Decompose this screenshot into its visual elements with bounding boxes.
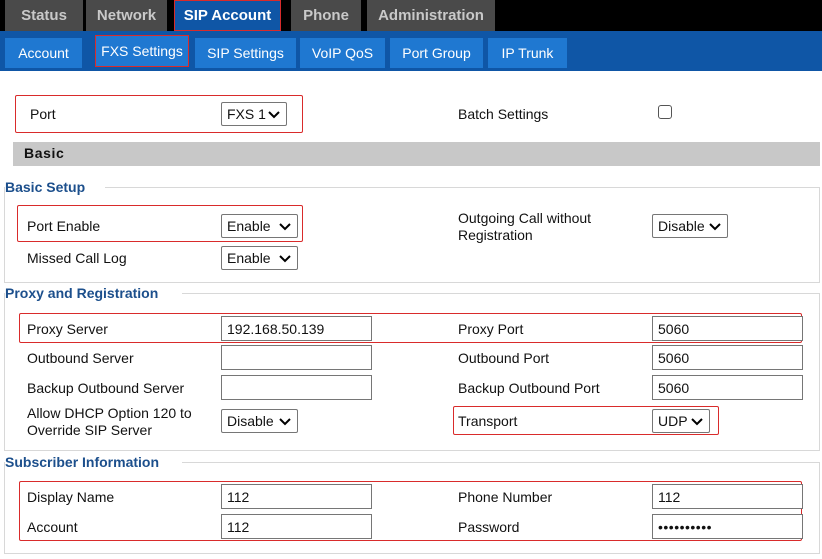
missed-call-log-select[interactable]: Enable [221, 246, 298, 270]
proxy-port-label: Proxy Port [458, 321, 524, 337]
proxy-server-input[interactable]: 192.168.50.139 [221, 316, 372, 341]
port-select-value: FXS 1 [227, 106, 266, 122]
batch-settings-checkbox[interactable] [658, 105, 672, 119]
chevron-down-icon [691, 418, 703, 426]
display-name-label: Display Name [27, 489, 115, 505]
chevron-down-icon [709, 223, 721, 231]
subtab-fxs-settings[interactable]: FXS Settings [95, 35, 189, 67]
backup-outbound-server-label: Backup Outbound Server [27, 380, 185, 396]
chevron-down-icon [279, 255, 291, 263]
port-select[interactable]: FXS 1 [221, 102, 287, 126]
outbound-port-label: Outbound Port [458, 350, 550, 366]
backup-outbound-port-label: Backup Outbound Port [458, 380, 600, 396]
account-input[interactable]: 112 [221, 514, 372, 539]
transport-value: UDP [658, 413, 688, 429]
outgoing-call-label: Outgoing Call without Registration [458, 210, 592, 243]
chevron-down-icon [279, 418, 291, 426]
proxy-port-input[interactable]: 5060 [652, 316, 803, 341]
batch-settings-label: Batch Settings [458, 106, 549, 122]
missed-call-log-value: Enable [227, 250, 271, 266]
outbound-server-label: Outbound Server [27, 350, 134, 366]
basic-header-bar: Basic [12, 142, 820, 166]
sub-tab-bar: Account FXS Settings SIP Settings VoIP Q… [0, 31, 822, 71]
subtab-account[interactable]: Account [5, 38, 82, 68]
transport-label: Transport [458, 413, 518, 429]
account-label: Account [27, 519, 78, 535]
tab-status[interactable]: Status [5, 0, 83, 31]
chevron-down-icon [279, 223, 291, 231]
password-label: Password [458, 519, 520, 535]
tab-network[interactable]: Network [86, 0, 167, 31]
outgoing-call-select[interactable]: Disable [652, 214, 728, 238]
subtab-port-group[interactable]: Port Group [390, 38, 483, 68]
subtab-sip-settings[interactable]: SIP Settings [195, 38, 296, 68]
dhcp-option-value: Disable [227, 413, 274, 429]
port-label: Port [30, 106, 56, 122]
basic-header-title: Basic [24, 145, 65, 161]
backup-outbound-server-input[interactable] [221, 375, 372, 400]
backup-outbound-port-input[interactable]: 5060 [652, 375, 803, 400]
tab-administration[interactable]: Administration [367, 0, 495, 31]
top-tab-bar: Status Network SIP Account Phone Adminis… [0, 0, 822, 31]
missed-call-log-label: Missed Call Log [27, 250, 127, 266]
display-name-input[interactable]: 112 [221, 484, 372, 509]
outbound-port-input[interactable]: 5060 [652, 345, 803, 370]
port-enable-label: Port Enable [27, 218, 101, 234]
dhcp-option-select[interactable]: Disable [221, 409, 298, 433]
outbound-server-input[interactable] [221, 345, 372, 370]
tab-sip-account[interactable]: SIP Account [174, 0, 281, 31]
chevron-down-icon [268, 111, 280, 119]
password-input[interactable]: •••••••••• [652, 514, 803, 539]
proxy-server-label: Proxy Server [27, 321, 108, 337]
subtab-ip-trunk[interactable]: IP Trunk [488, 38, 567, 68]
port-enable-select[interactable]: Enable [221, 214, 298, 238]
transport-select[interactable]: UDP [652, 409, 710, 433]
dhcp-option-label: Allow DHCP Option 120 to Override SIP Se… [27, 405, 192, 438]
port-enable-value: Enable [227, 218, 271, 234]
phone-number-label: Phone Number [458, 489, 553, 505]
subtab-voip-qos[interactable]: VoIP QoS [300, 38, 385, 68]
tab-phone[interactable]: Phone [291, 0, 361, 31]
outgoing-call-value: Disable [658, 218, 705, 234]
phone-number-input[interactable]: 112 [652, 484, 803, 509]
